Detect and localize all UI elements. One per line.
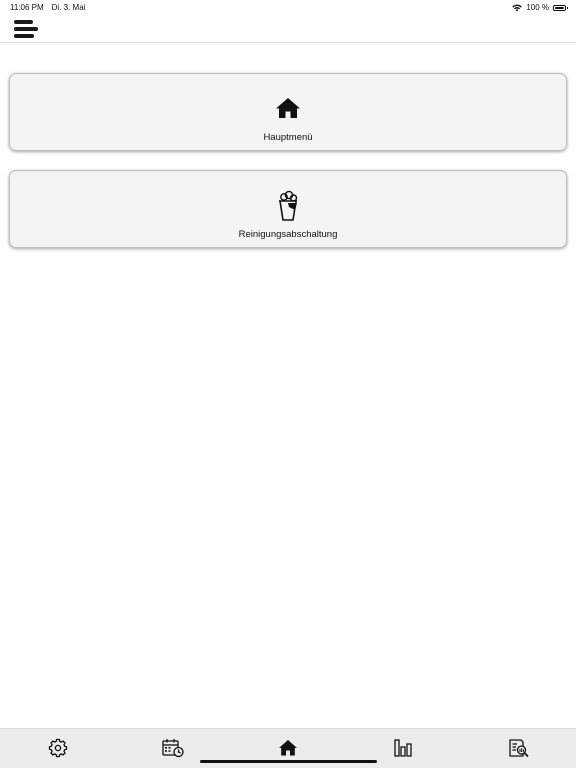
status-bar: 11:06 PM Di. 3. Mai 100 %: [0, 0, 576, 14]
wifi-icon: [512, 4, 523, 11]
status-date: Di. 3. Mai: [51, 3, 86, 12]
hamburger-menu-icon[interactable]: [12, 17, 40, 39]
header-bar: [0, 14, 576, 43]
tab-schedule[interactable]: [161, 737, 185, 759]
cleaning-bucket-icon: [279, 190, 298, 221]
status-left: 11:06 PM Di. 3. Mai: [10, 3, 85, 12]
app-screen: 11:06 PM Di. 3. Mai 100 % Hauptmenü Rein…: [0, 0, 576, 768]
home-icon: [279, 740, 297, 756]
tab-statistics[interactable]: [392, 737, 414, 759]
battery-percentage: 100 %: [526, 3, 549, 12]
status-right: 100 %: [512, 3, 568, 12]
gear-icon: [48, 738, 68, 758]
status-time: 11:06 PM: [10, 3, 44, 12]
home-icon: [276, 98, 300, 118]
bar-chart-icon: [394, 739, 412, 757]
report-search-icon: [509, 739, 529, 758]
tab-home[interactable]: [277, 737, 299, 759]
cleaning-shutdown-card[interactable]: Reinigungsabschaltung: [9, 170, 567, 248]
cleaning-shutdown-label: Reinigungsabschaltung: [238, 229, 338, 240]
battery-icon: [553, 4, 568, 11]
home-indicator: [200, 760, 377, 763]
calendar-clock-icon: [162, 739, 184, 758]
main-menu-label: Hauptmenü: [263, 132, 313, 143]
main-menu-card[interactable]: Hauptmenü: [9, 73, 567, 151]
tab-settings[interactable]: [47, 737, 69, 759]
bottom-tab-bar: [0, 728, 576, 768]
tab-reports[interactable]: [507, 737, 531, 759]
